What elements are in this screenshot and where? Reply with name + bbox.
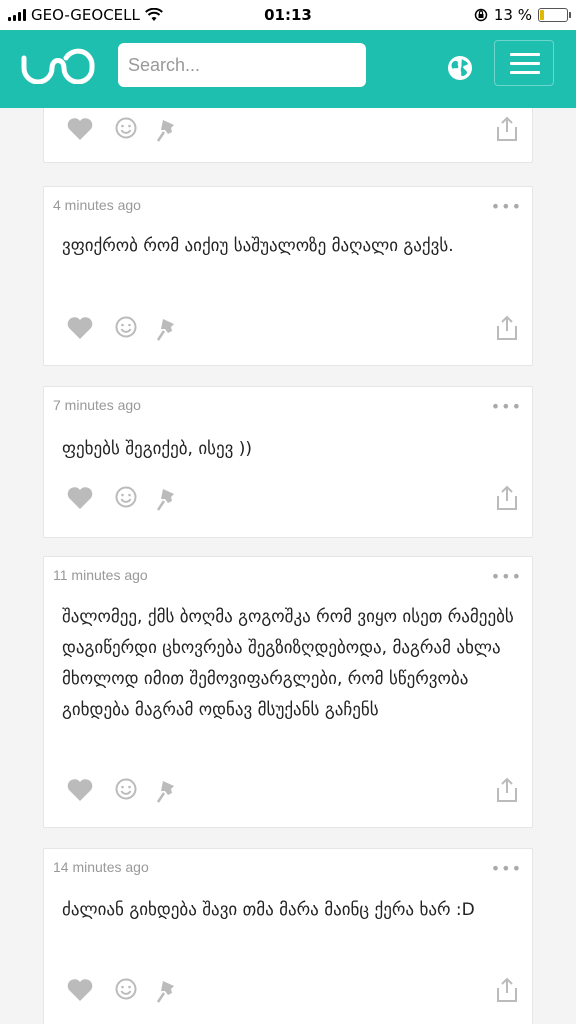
post-text: ძალიან გიხდება შავი თმა მარა მაინც ქერა …	[62, 900, 475, 920]
more-options-icon[interactable]: •••	[491, 397, 522, 416]
post-timestamp: 7 minutes ago	[53, 397, 141, 413]
menu-button[interactable]	[494, 40, 554, 86]
post-card: 14 minutes ago ••• ძალიან გიხდება შავი თ…	[43, 848, 533, 1024]
post-text: ფეხებს შეგიქებ, ისევ ))	[62, 439, 253, 459]
post-actions	[66, 777, 518, 807]
feed: 4 minutes ago ••• ვფიქრობ რომ აიქიუ საშუ…	[0, 108, 576, 1024]
battery-percent: 13 %	[493, 6, 532, 24]
smiley-icon[interactable]	[114, 485, 138, 509]
pin-icon[interactable]	[154, 977, 180, 1005]
share-icon[interactable]	[496, 977, 518, 1003]
pin-icon[interactable]	[154, 116, 180, 144]
post-text: ვფიქრობ რომ აიქიუ საშუალოზე მაღალი გაქვს…	[62, 236, 454, 256]
post-actions	[66, 977, 518, 1007]
share-icon[interactable]	[496, 315, 518, 341]
search-input[interactable]	[118, 43, 366, 87]
post-card: 4 minutes ago ••• ვფიქრობ რომ აიქიუ საშუ…	[43, 186, 533, 366]
like-heart-icon[interactable]	[66, 315, 94, 341]
post-card: 11 minutes ago ••• შალომეე, ქმს ბოღმა გო…	[43, 556, 533, 828]
post-timestamp: 14 minutes ago	[53, 859, 149, 875]
pin-icon[interactable]	[154, 315, 180, 343]
like-heart-icon[interactable]	[66, 116, 94, 142]
status-right: 13 %	[474, 6, 571, 24]
share-icon[interactable]	[496, 777, 518, 803]
share-icon[interactable]	[496, 116, 518, 142]
smiley-icon[interactable]	[114, 315, 138, 339]
smiley-icon[interactable]	[114, 116, 138, 140]
post-actions	[66, 485, 518, 515]
status-bar: GEO-GEOCELL 01:13 13 %	[0, 0, 576, 30]
battery-icon	[538, 8, 571, 22]
more-options-icon[interactable]: •••	[491, 197, 522, 216]
post-actions	[66, 116, 518, 146]
like-heart-icon[interactable]	[66, 485, 94, 511]
more-options-icon[interactable]: •••	[491, 859, 522, 878]
pin-icon[interactable]	[154, 485, 180, 513]
rotation-lock-icon	[474, 8, 488, 22]
post-timestamp: 11 minutes ago	[53, 567, 148, 583]
globe-icon[interactable]	[446, 54, 474, 82]
like-heart-icon[interactable]	[66, 777, 94, 803]
like-heart-icon[interactable]	[66, 977, 94, 1003]
more-options-icon[interactable]: •••	[491, 567, 522, 586]
share-icon[interactable]	[496, 485, 518, 511]
smiley-icon[interactable]	[114, 777, 138, 801]
app-header	[0, 30, 576, 108]
post-actions	[66, 315, 518, 345]
post-timestamp: 4 minutes ago	[53, 197, 141, 213]
post-card: 7 minutes ago ••• ფეხებს შეგიქებ, ისევ )…	[43, 386, 533, 538]
logo-icon[interactable]	[18, 44, 98, 84]
post-text: შალომეე, ქმს ბოღმა გოგოშკა რომ ვიყო ისეთ…	[62, 607, 514, 720]
pin-icon[interactable]	[154, 777, 180, 805]
smiley-icon[interactable]	[114, 977, 138, 1001]
post-card	[43, 108, 533, 163]
